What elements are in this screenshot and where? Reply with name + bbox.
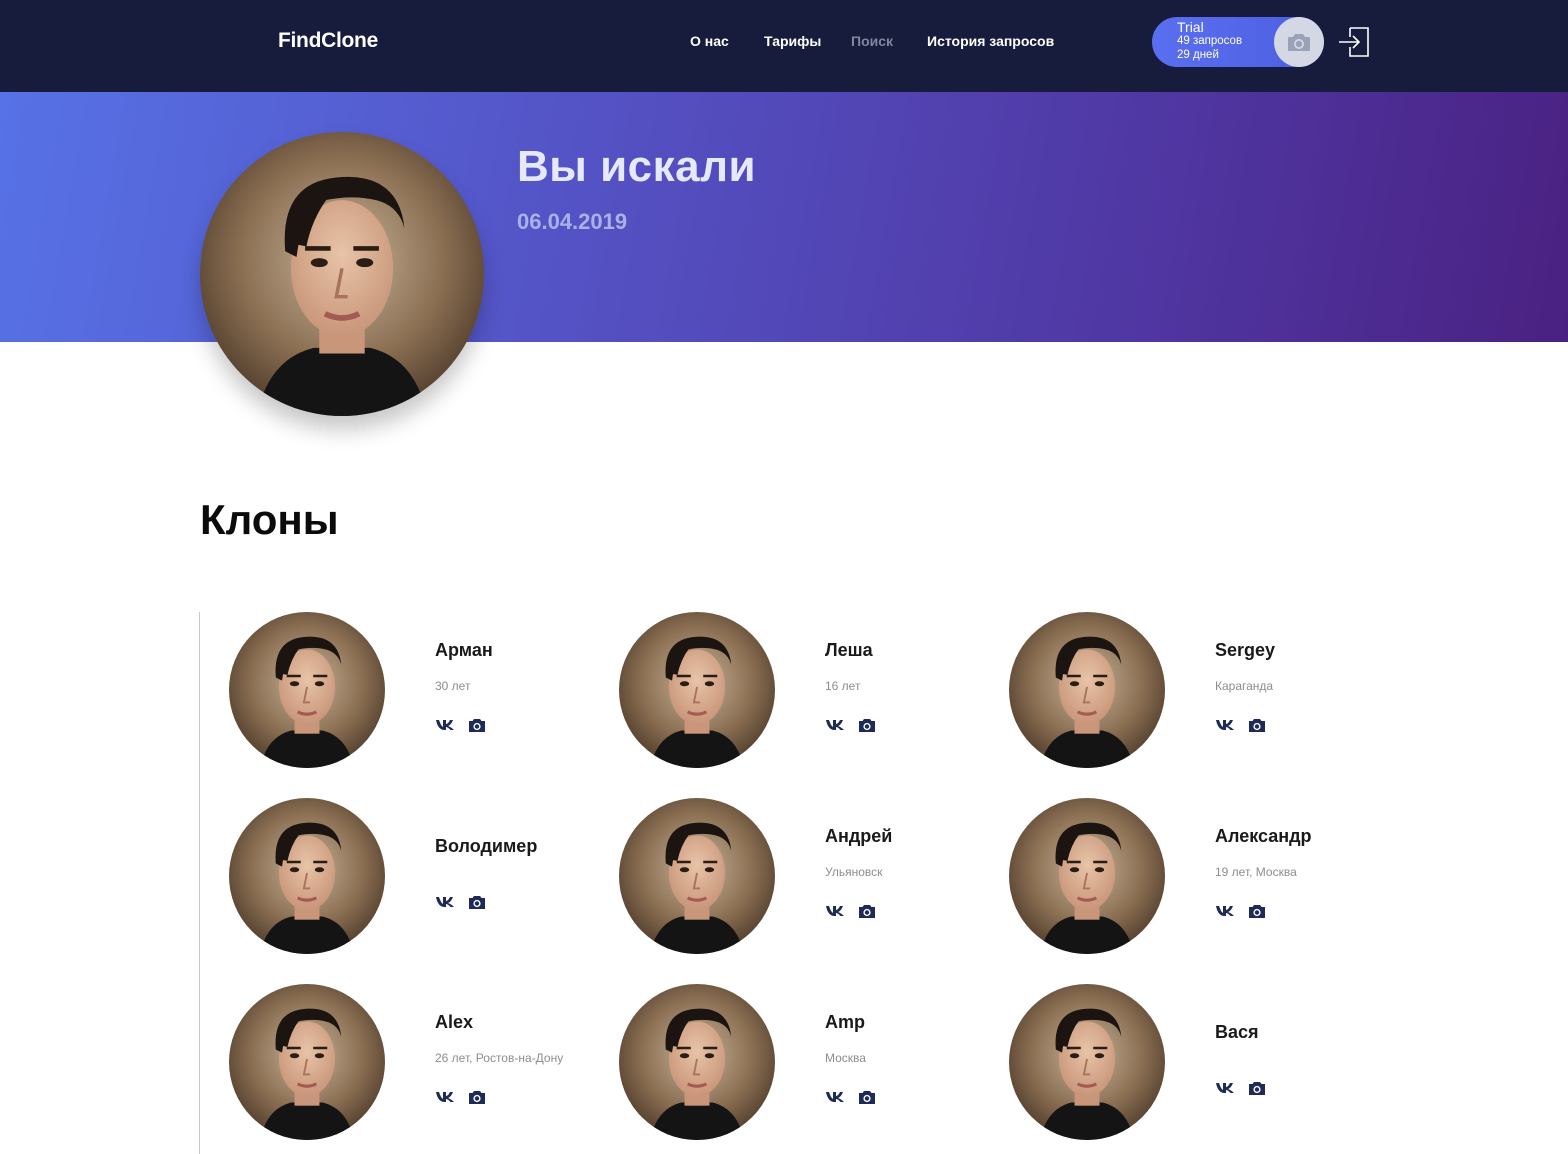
vk-icon[interactable] xyxy=(825,903,845,919)
vk-icon[interactable] xyxy=(1215,903,1235,919)
clone-name: Володимер xyxy=(435,836,538,856)
plan-requests: 49 запросов xyxy=(1177,35,1243,47)
clone-links xyxy=(825,1089,877,1105)
clone-meta: Караганда xyxy=(1215,679,1274,693)
clone-card: Володимер xyxy=(229,798,609,958)
logo[interactable]: FindClone xyxy=(278,29,378,53)
clone-meta: Москва xyxy=(825,1051,866,1065)
clone-avatar[interactable] xyxy=(229,984,385,1140)
top-navigation-bar: FindClone О нас Тарифы Поиск История зап… xyxy=(0,0,1568,92)
nav-history[interactable]: История запросов xyxy=(927,33,1054,49)
vk-icon[interactable] xyxy=(1215,717,1235,733)
clone-name: Sergey xyxy=(1215,640,1276,660)
trial-plan-text: Trial 49 запросов 29 дней xyxy=(1177,20,1242,62)
vk-icon[interactable] xyxy=(435,1089,455,1105)
clone-avatar[interactable] xyxy=(229,798,385,954)
clone-links xyxy=(1215,903,1267,919)
clone-links xyxy=(435,717,487,733)
nav-search[interactable]: Поиск xyxy=(851,33,893,49)
vk-icon[interactable] xyxy=(435,717,455,733)
clone-meta: 30 лет xyxy=(435,679,471,693)
nav-tariffs[interactable]: Тарифы xyxy=(764,33,821,49)
camera-icon[interactable] xyxy=(857,717,877,733)
clone-avatar[interactable] xyxy=(229,612,385,768)
clone-avatar[interactable] xyxy=(1009,798,1165,954)
clone-links xyxy=(435,1089,487,1105)
clone-name: Арман xyxy=(435,640,493,660)
clone-meta: 26 лет, Ростов-на-Дону xyxy=(435,1051,564,1065)
search-date: 06.04.2019 xyxy=(517,209,628,234)
camera-icon[interactable] xyxy=(857,1089,877,1105)
searched-photo xyxy=(200,132,484,416)
hero-title: Вы искали xyxy=(517,142,757,191)
plan-title: Trial xyxy=(1177,19,1204,35)
camera-icon[interactable] xyxy=(467,894,487,910)
clone-card: Арман 30 лет xyxy=(229,612,609,772)
camera-icon[interactable] xyxy=(467,1089,487,1105)
vk-icon[interactable] xyxy=(825,1089,845,1105)
clone-links xyxy=(435,894,487,910)
logout-button[interactable] xyxy=(1338,26,1370,58)
clones-section-title: Клоны xyxy=(200,496,339,543)
clone-card: Вася xyxy=(1009,984,1389,1144)
clone-avatar[interactable] xyxy=(1009,612,1165,768)
clone-card: Леша 16 лет xyxy=(619,612,999,772)
section-divider-line xyxy=(199,612,200,1154)
clone-name: Александр xyxy=(1215,826,1312,846)
trial-plan-badge[interactable]: Trial 49 запросов 29 дней xyxy=(1152,17,1324,67)
clone-name: Андрей xyxy=(825,826,893,846)
camera-icon xyxy=(1288,34,1310,51)
clone-name: Вася xyxy=(1215,1022,1259,1042)
camera-icon[interactable] xyxy=(1247,1080,1267,1096)
clone-name: Alex xyxy=(435,1012,474,1032)
logout-icon xyxy=(1339,27,1369,57)
clone-meta: 19 лет, Москва xyxy=(1215,865,1297,879)
clone-avatar[interactable] xyxy=(1009,984,1165,1140)
upload-photo-button[interactable] xyxy=(1274,17,1324,67)
camera-icon[interactable] xyxy=(467,717,487,733)
clone-meta: 16 лет xyxy=(825,679,861,693)
clone-links xyxy=(825,717,877,733)
clone-name: Леша xyxy=(825,640,873,660)
vk-icon[interactable] xyxy=(1215,1080,1235,1096)
clone-avatar[interactable] xyxy=(619,612,775,768)
clone-links xyxy=(825,903,877,919)
vk-icon[interactable] xyxy=(435,894,455,910)
clone-card: Alex 26 лет, Ростов-на-Дону xyxy=(229,984,609,1144)
camera-icon[interactable] xyxy=(1247,717,1267,733)
clone-card: Sergey Караганда xyxy=(1009,612,1389,772)
clone-avatar[interactable] xyxy=(619,984,775,1140)
clone-avatar[interactable] xyxy=(619,798,775,954)
clone-card: Amp Москва xyxy=(619,984,999,1144)
clone-links xyxy=(1215,1080,1267,1096)
clone-links xyxy=(1215,717,1267,733)
clone-card: Андрей Ульяновск xyxy=(619,798,999,958)
clone-name: Amp xyxy=(825,1012,865,1032)
camera-icon[interactable] xyxy=(857,903,877,919)
camera-icon[interactable] xyxy=(1247,903,1267,919)
plan-days: 29 дней xyxy=(1177,49,1219,61)
clone-card: Александр 19 лет, Москва xyxy=(1009,798,1389,958)
clone-meta: Ульяновск xyxy=(825,865,883,879)
nav-about[interactable]: О нас xyxy=(690,33,729,49)
vk-icon[interactable] xyxy=(825,717,845,733)
